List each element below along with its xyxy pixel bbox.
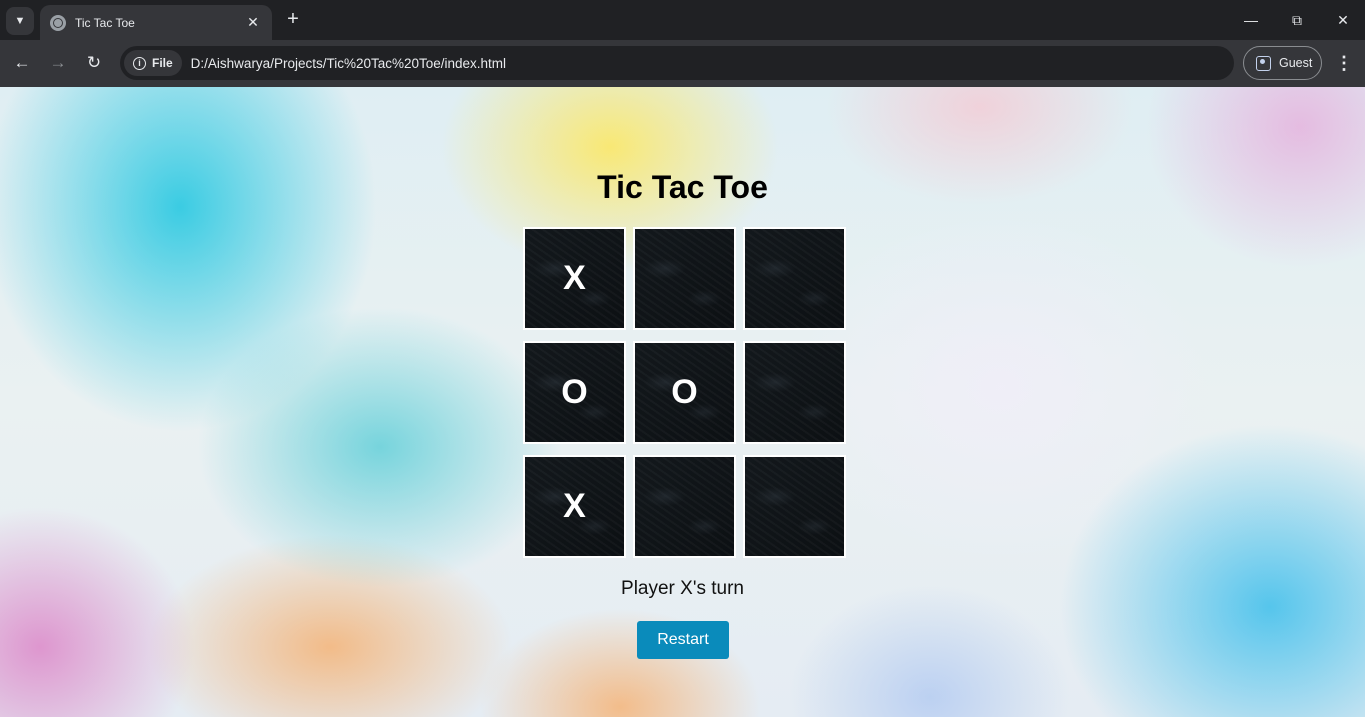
page-title: Tic Tac Toe: [597, 169, 768, 205]
board-cell[interactable]: [743, 455, 846, 558]
url-text[interactable]: D:/Aishwarya/Projects/Tic%20Tac%20Toe/in…: [191, 56, 506, 71]
board-cell[interactable]: [743, 227, 846, 330]
tab-title: Tic Tac Toe: [75, 15, 135, 30]
info-icon: i: [133, 56, 146, 70]
arrow-left-icon: ←: [13, 53, 31, 72]
profile-button[interactable]: Guest: [1243, 46, 1322, 80]
restart-button[interactable]: Restart: [637, 621, 729, 659]
new-tab-button[interactable]: +: [282, 9, 304, 31]
restore-icon: ⧉: [1292, 11, 1302, 28]
tab-strip: ▼ Tic Tac Toe ✕ + — ⧉ ✕: [0, 0, 1365, 40]
close-icon: ✕: [1337, 11, 1349, 28]
game-board: X O O X: [523, 227, 847, 559]
kebab-menu-icon: ⋮: [1335, 53, 1353, 73]
close-icon[interactable]: ✕: [244, 14, 262, 31]
forward-button[interactable]: →: [46, 51, 70, 75]
close-window-button[interactable]: ✕: [1328, 8, 1358, 32]
back-button[interactable]: ←: [10, 51, 34, 75]
address-bar[interactable]: i File D:/Aishwarya/Projects/Tic%20Tac%2…: [120, 46, 1234, 80]
restore-button[interactable]: ⧉: [1282, 8, 1312, 32]
globe-icon: [50, 14, 66, 31]
minimize-icon: —: [1244, 12, 1258, 28]
site-info-label: File: [152, 56, 173, 70]
arrow-right-icon: →: [49, 53, 67, 72]
turn-status: Player X's turn: [621, 578, 744, 599]
chevron-down-icon: ▼: [14, 15, 26, 27]
plus-icon: +: [287, 8, 299, 30]
board-cell[interactable]: [633, 227, 736, 330]
board-cell[interactable]: O: [633, 341, 736, 444]
board-cell[interactable]: [743, 341, 846, 444]
reload-icon: ↻: [86, 53, 102, 72]
profile-label: Guest: [1279, 56, 1313, 70]
reload-button[interactable]: ↻: [82, 51, 106, 75]
browser-menu-button[interactable]: ⋮: [1332, 51, 1356, 75]
tab-search-button[interactable]: ▼: [6, 7, 34, 35]
game-container: Tic Tac Toe X O O X Player X's turn Rest…: [0, 87, 1365, 717]
browser-toolbar: ← → ↻ i File D:/Aishwarya/Projects/Tic%2…: [0, 40, 1365, 87]
board-cell[interactable]: O: [523, 341, 626, 444]
board-cell[interactable]: X: [523, 455, 626, 558]
site-info-button[interactable]: i File: [124, 50, 182, 76]
minimize-button[interactable]: —: [1236, 8, 1266, 32]
board-cell[interactable]: X: [523, 227, 626, 330]
profile-icon: [1256, 55, 1271, 71]
page-viewport: Tic Tac Toe X O O X Player X's turn Rest…: [0, 87, 1365, 717]
board-cell[interactable]: [633, 455, 736, 558]
tab-active[interactable]: Tic Tac Toe ✕: [40, 5, 272, 40]
